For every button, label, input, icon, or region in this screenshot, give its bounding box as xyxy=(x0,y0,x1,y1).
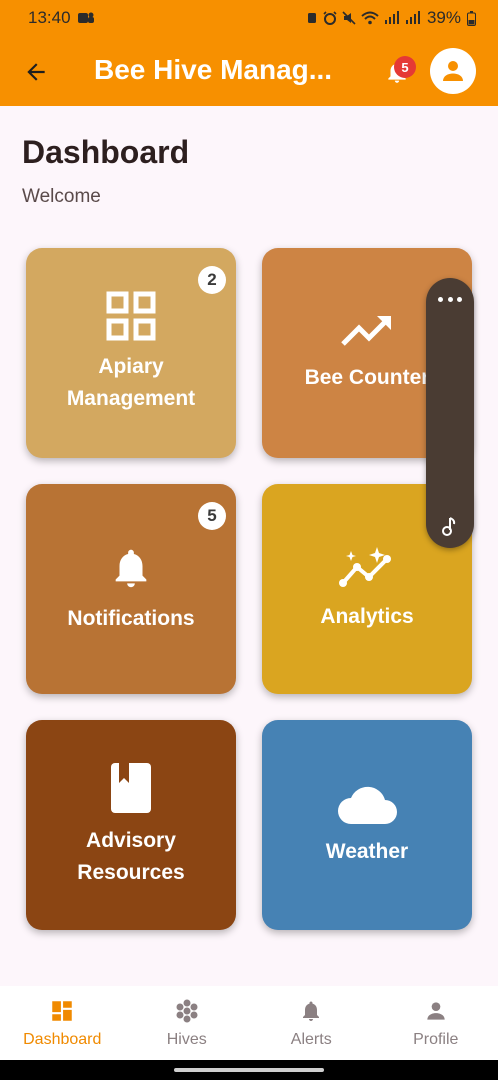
cloud-icon xyxy=(335,782,399,826)
hive-icon xyxy=(173,997,201,1025)
profile-avatar-button[interactable] xyxy=(430,48,476,94)
trending-up-icon xyxy=(339,312,395,352)
welcome-text: Welcome xyxy=(22,186,101,207)
nav-label: Dashboard xyxy=(23,1031,102,1048)
mute-icon xyxy=(342,11,356,25)
nav-item-hives[interactable]: Hives xyxy=(125,986,250,1060)
card-notifications[interactable]: Notifications 5 xyxy=(26,484,236,694)
page-title: Dashboard xyxy=(22,134,190,170)
wifi-icon xyxy=(361,11,379,25)
card-weather[interactable]: Weather xyxy=(262,720,472,930)
music-note-icon[interactable] xyxy=(439,516,461,538)
card-label: Apiary Management xyxy=(66,355,196,410)
card-label: Weather xyxy=(325,840,409,863)
back-button[interactable] xyxy=(20,56,52,88)
nav-item-profile[interactable]: Profile xyxy=(374,986,498,1060)
dashboard-icon xyxy=(48,997,76,1025)
app-title: Bee Hive Manag... xyxy=(94,54,333,85)
home-gesture-handle[interactable] xyxy=(174,1068,324,1072)
grid-icon xyxy=(106,291,156,341)
battery-icon xyxy=(467,10,476,26)
app-bar: Bee Hive Manag... 5 xyxy=(0,36,498,106)
alarm-icon xyxy=(323,11,337,25)
sim-icon xyxy=(307,13,316,23)
status-bar: 13:40 39% xyxy=(0,0,498,36)
card-label: Analytics xyxy=(320,605,414,628)
signal-icon-2 xyxy=(405,11,420,24)
card-label: Bee Counter xyxy=(304,366,430,389)
bell-icon xyxy=(108,543,154,593)
book-icon xyxy=(109,761,153,815)
card-badge: 5 xyxy=(198,502,226,530)
arrow-left-icon xyxy=(27,63,45,81)
nav-label: Hives xyxy=(166,1031,207,1048)
more-options-icon[interactable] xyxy=(438,294,462,304)
nav-item-dashboard[interactable]: Dashboard xyxy=(0,986,125,1060)
person-icon xyxy=(422,997,450,1025)
person-icon xyxy=(443,61,463,81)
floating-media-widget[interactable] xyxy=(426,278,474,548)
teams-icon xyxy=(77,12,94,23)
signal-icon xyxy=(384,11,399,24)
nav-label: Alerts xyxy=(290,1031,332,1048)
card-label: Notifications xyxy=(67,607,195,630)
bottom-nav: Dashboard Hives Alerts Profile xyxy=(0,986,498,1060)
card-advisory-resources[interactable]: Advisory Resources xyxy=(26,720,236,930)
card-label: Advisory Resources xyxy=(77,829,185,884)
nav-item-alerts[interactable]: Alerts xyxy=(249,986,374,1060)
battery-percent: 39% xyxy=(426,8,461,27)
card-badge: 2 xyxy=(198,266,226,294)
card-apiary-management[interactable]: Apiary Management 2 xyxy=(26,248,236,458)
analytics-sparkle-icon xyxy=(337,545,397,591)
bell-icon xyxy=(297,997,325,1025)
notification-badge: 5 xyxy=(394,56,416,78)
gesture-bar xyxy=(0,1060,498,1080)
status-time: 13:40 xyxy=(28,8,71,27)
nav-label: Profile xyxy=(413,1031,459,1048)
